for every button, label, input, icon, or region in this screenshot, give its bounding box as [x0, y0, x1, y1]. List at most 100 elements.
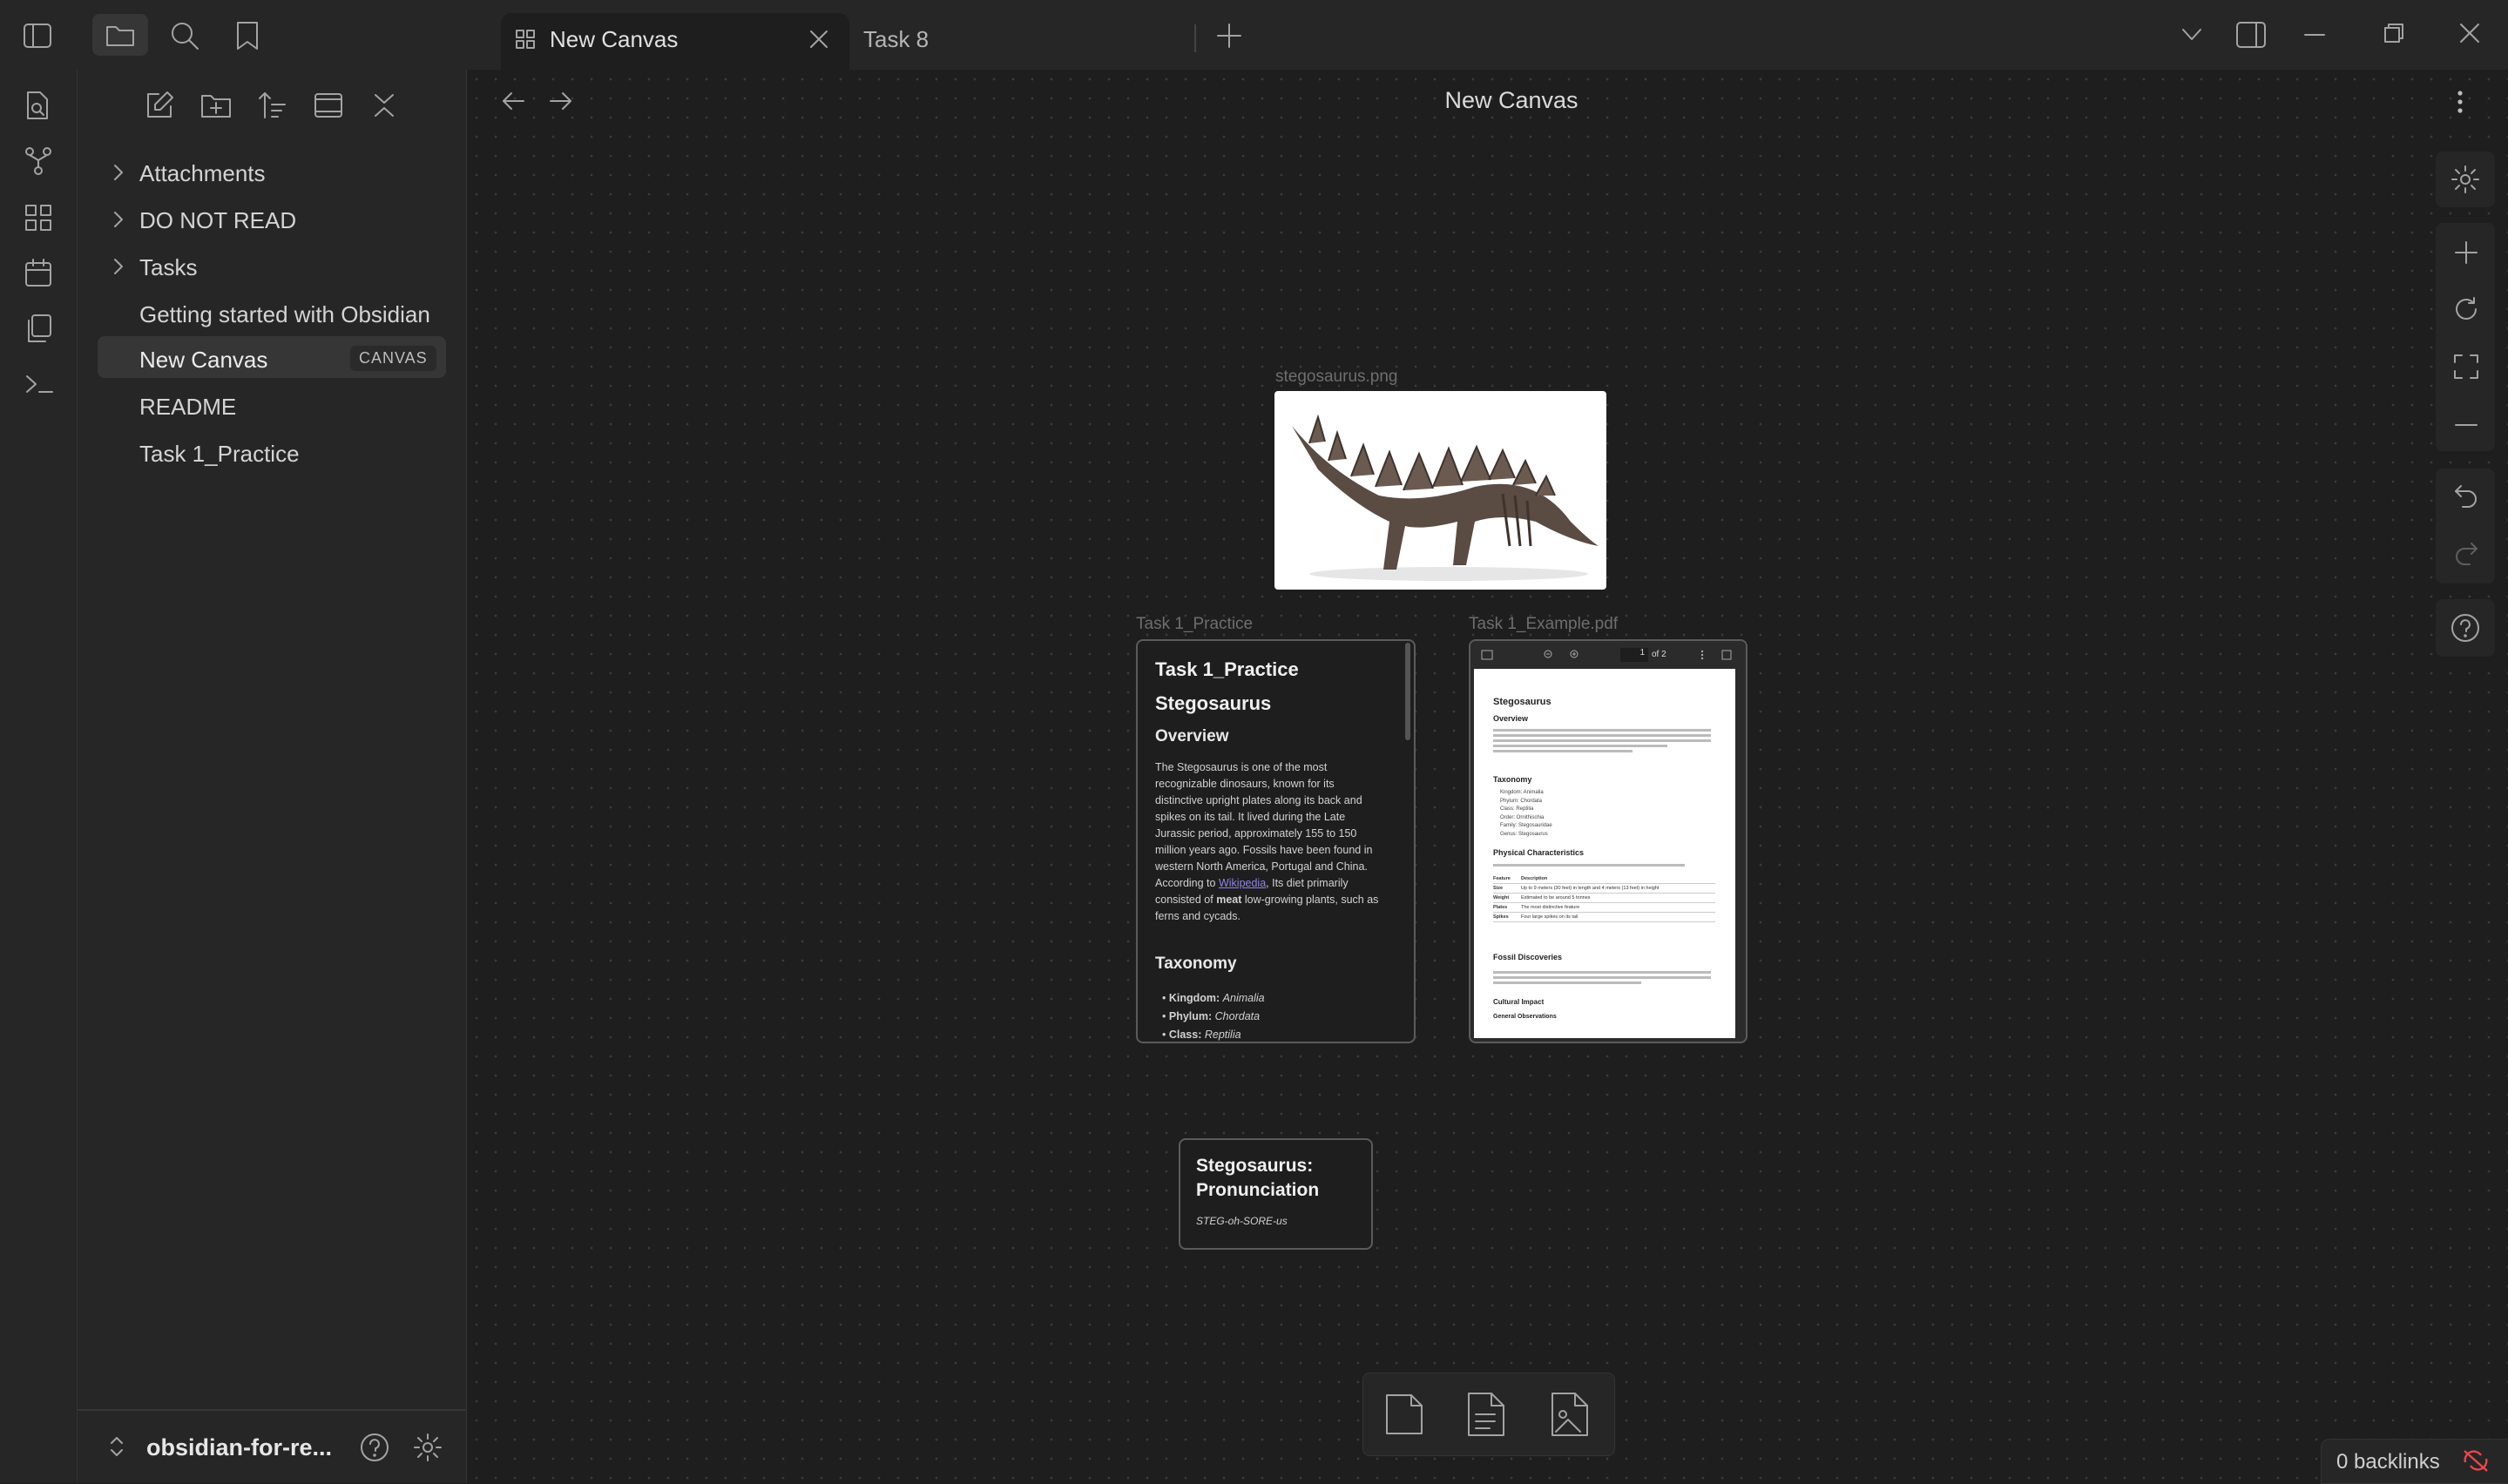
- page-number-input[interactable]: 1: [1620, 648, 1648, 662]
- taxonomy-heading: Taxonomy: [1155, 954, 1237, 973]
- daily-note-button[interactable]: [24, 258, 52, 287]
- toggle-sidebar-button[interactable]: [23, 23, 52, 49]
- folder-do-not-read[interactable]: DO NOT READ: [139, 207, 296, 234]
- task-practice-node[interactable]: Task 1_Practice Stegosaurus Overview The…: [1136, 639, 1416, 1043]
- taxonomy-list: • Kingdom: Animalia • Phylum: Chordata •…: [1162, 989, 1265, 1042]
- new-tab-button[interactable]: [1216, 23, 1242, 49]
- file-new-canvas[interactable]: New Canvas: [139, 347, 267, 374]
- pronunciation-node[interactable]: Stegosaurus: Pronunciation STEG-oh-SORE-…: [1179, 1138, 1373, 1250]
- pronunciation-title: Stegosaurus: Pronunciation: [1196, 1156, 1320, 1200]
- sort-icon: [259, 92, 286, 118]
- view-title[interactable]: New Canvas: [1333, 87, 1690, 114]
- add-media-button[interactable]: [1549, 1392, 1591, 1437]
- minimize-icon: [2304, 34, 2325, 36]
- search-icon: [172, 23, 199, 50]
- zoom-to-fit-button[interactable]: [2453, 354, 2479, 380]
- nav-back-button[interactable]: [501, 91, 525, 111]
- bookmarks-button[interactable]: [235, 21, 260, 51]
- reset-zoom-button[interactable]: [2453, 296, 2479, 322]
- file-task-1-practice[interactable]: Task 1_Practice: [139, 441, 300, 468]
- pronunciation-text: STEG-oh-SORE-us: [1196, 1215, 1288, 1227]
- nav-forward-button[interactable]: [549, 91, 573, 111]
- restore-button[interactable]: [2383, 23, 2404, 44]
- image-node-label: stegosaurus.png: [1275, 368, 1398, 386]
- close-tab-button[interactable]: [808, 29, 829, 50]
- collapse-icon: [375, 94, 394, 117]
- sidebar-footer-divider: [78, 1409, 466, 1411]
- vault-switcher-button[interactable]: [108, 1433, 125, 1460]
- help-icon: [2451, 614, 2479, 642]
- more-vertical-icon[interactable]: [1700, 650, 1704, 660]
- tab-list-button[interactable]: [2180, 26, 2203, 44]
- undo-button[interactable]: [2453, 484, 2479, 509]
- search-button[interactable]: [170, 21, 199, 51]
- command-palette-button[interactable]: [24, 373, 54, 395]
- file-search-icon: [27, 91, 48, 119]
- zoom-in-button[interactable]: [2454, 240, 2478, 265]
- minimize-button[interactable]: [2304, 33, 2325, 37]
- collapse-all-button[interactable]: [372, 92, 396, 118]
- download-icon[interactable]: [1721, 650, 1732, 660]
- auto-reveal-button[interactable]: [314, 92, 343, 118]
- note-heading: Stegosaurus: [1155, 692, 1272, 714]
- restore-icon: [2384, 24, 2403, 43]
- zoom-in-icon[interactable]: [1570, 650, 1580, 660]
- files-button[interactable]: [92, 14, 148, 56]
- stegosaurus-image-node[interactable]: [1274, 391, 1606, 590]
- redo-icon: [2456, 543, 2478, 565]
- zoom-out-icon[interactable]: [1544, 650, 1554, 660]
- redo-button: [2453, 542, 2479, 566]
- folder-plus-icon: [201, 95, 231, 118]
- folder-attachments[interactable]: Attachments: [139, 160, 266, 187]
- scrollbar[interactable]: [1405, 643, 1410, 740]
- wikipedia-link[interactable]: Wikipedia: [1219, 877, 1266, 889]
- gear-icon: [414, 1433, 442, 1461]
- more-options-button[interactable]: [2455, 89, 2465, 115]
- sidebar-toggle-icon[interactable]: [1481, 650, 1493, 660]
- layout-icon: [314, 93, 342, 118]
- graph-icon: [25, 147, 51, 175]
- chevron-up-down-icon: [111, 1437, 123, 1456]
- canvas-tab-icon: [515, 29, 536, 50]
- sync-status-icon[interactable]: [2462, 1448, 2490, 1473]
- list-item: • Phylum: Chordata: [1162, 1010, 1261, 1022]
- zoom-out-button[interactable]: [2454, 423, 2478, 427]
- canvas-help-button[interactable]: [2436, 599, 2495, 657]
- pdf-taxonomy: Taxonomy: [1493, 775, 1532, 784]
- toggle-right-sidebar-button[interactable]: [2235, 21, 2267, 49]
- sort-button[interactable]: [257, 91, 287, 120]
- practice-node-label: Task 1_Practice: [1136, 615, 1254, 633]
- add-card-button[interactable]: [1382, 1392, 1427, 1437]
- tab-task-8[interactable]: Task 8: [863, 26, 929, 53]
- sidebar-toggle-icon: [24, 24, 51, 48]
- terminal-icon: [26, 375, 53, 393]
- new-folder-button[interactable]: [200, 92, 232, 118]
- help-button[interactable]: [360, 1433, 389, 1462]
- list-item: • Class: Reptilia: [1162, 1029, 1241, 1041]
- open-quick-switcher-button[interactable]: [24, 91, 51, 120]
- overview-paragraph: The Stegosaurus is one of the most recog…: [1155, 761, 1379, 922]
- minus-icon: [2455, 424, 2478, 426]
- vault-name[interactable]: obsidian-for-re...: [146, 1434, 332, 1461]
- copy-icon: [28, 314, 51, 342]
- new-note-button[interactable]: [145, 91, 174, 120]
- file-readme[interactable]: README: [139, 394, 236, 421]
- folder-tasks[interactable]: Tasks: [139, 254, 197, 281]
- pdf-node-label: Task 1_Example.pdf: [1469, 615, 1619, 633]
- undo-icon: [2455, 485, 2477, 508]
- pdf-fossil: Fossil Discoveries: [1493, 953, 1563, 961]
- calendar-icon: [25, 259, 51, 287]
- close-window-button[interactable]: [2459, 23, 2480, 44]
- sync-error-icon: [2464, 1450, 2488, 1472]
- graph-view-button[interactable]: [24, 146, 52, 176]
- backlinks-count[interactable]: 0 backlinks: [2336, 1450, 2440, 1474]
- canvas-settings-button[interactable]: [2436, 152, 2495, 207]
- pdf-node[interactable]: 1 of 2 Stegosaurus Overview Taxonomy Kin…: [1469, 639, 1747, 1043]
- arrow-right-icon: [550, 92, 571, 110]
- settings-button[interactable]: [413, 1433, 443, 1462]
- new-canvas-button[interactable]: [24, 204, 52, 232]
- file-getting-started[interactable]: Getting started with Obsidian: [139, 301, 430, 328]
- gear-icon: [2451, 165, 2479, 193]
- add-note-button[interactable]: [1465, 1392, 1507, 1437]
- templates-button[interactable]: [24, 314, 52, 343]
